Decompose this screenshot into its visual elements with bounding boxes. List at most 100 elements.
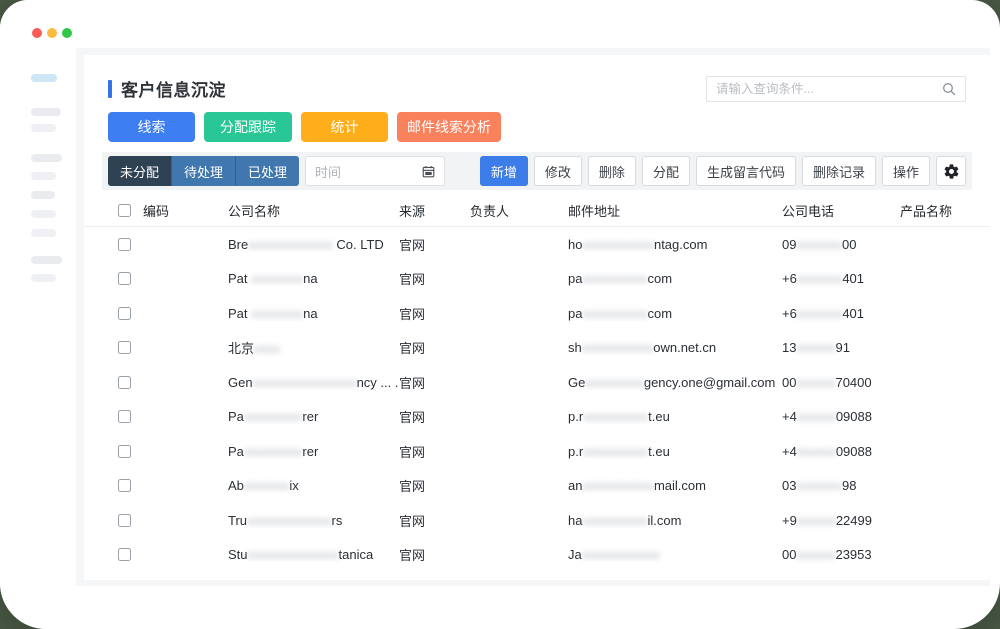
cell-phone: 00xxxxxx70400: [782, 375, 900, 390]
column-header-6: 公司电话: [782, 201, 900, 220]
status-tab-3[interactable]: 已处理: [235, 156, 299, 186]
cell-source: 官网: [399, 235, 470, 254]
redacted-text: xxxxxxxxxxxxxxxx: [253, 375, 357, 390]
status-tab-2[interactable]: 待处理: [171, 156, 235, 186]
date-placeholder: 时间: [315, 162, 422, 181]
sidebar: [0, 0, 76, 629]
content-backdrop: 客户信息沉淀 线索分配跟踪统计邮件线索分析 未分配待处理已处理 时间: [76, 48, 990, 586]
table-row[interactable]: Paxxxxxxxxxrer官网p.rxxxxxxxxxxt.eu+4xxxxx…: [108, 400, 966, 435]
redacted-text: xxxxxx: [797, 409, 836, 424]
redacted-text: xxxxxxxxxx: [582, 271, 647, 286]
sidebar-skeleton-item: [31, 210, 56, 218]
cell-phone: 13xxxxxx91: [782, 340, 900, 355]
module-button-1[interactable]: 线索: [108, 112, 195, 142]
table-row[interactable]: Pat xxxxxxxxna官网paxxxxxxxxxxcom+6xxxxxxx…: [108, 296, 966, 331]
module-button-4[interactable]: 邮件线索分析: [397, 112, 501, 142]
action-button-3[interactable]: 删除: [588, 156, 636, 186]
search-input[interactable]: [716, 82, 942, 96]
action-button-7[interactable]: 操作: [882, 156, 930, 186]
sidebar-skeleton-item-active[interactable]: [31, 74, 57, 82]
cell-email: Jaxxxxxxxxxxxx: [568, 547, 782, 562]
redacted-text: xxxxxxxxx: [585, 375, 644, 390]
action-button-4[interactable]: 分配: [642, 156, 690, 186]
table-row[interactable]: Stuxxxxxxxxxxxxxxtanica官网 Jaxxxxxxxxxxxx0…: [108, 538, 966, 573]
sidebar-skeleton-item: [31, 124, 56, 132]
minimize-window-button[interactable]: [47, 28, 57, 38]
table-row[interactable]: Truxxxxxxxxxxxxxrs官网haxxxxxxxxxxil.com+9…: [108, 503, 966, 538]
window-controls: [32, 28, 72, 38]
table-row[interactable]: Paxxxxxxxxxrer官网p.rxxxxxxxxxxt.eu+4xxxxx…: [108, 434, 966, 469]
module-button-2[interactable]: 分配跟踪: [204, 112, 292, 142]
sidebar-skeleton-item: [31, 274, 56, 282]
table-row[interactable]: Genxxxxxxxxxxxxxxxxncy ... .官网Gexxxxxxxx…: [108, 365, 966, 400]
row-checkbox[interactable]: [118, 341, 131, 354]
redacted-text: xxxxxxxxxxxxx: [248, 237, 333, 252]
redacted-text: xxxxxxxxxx: [582, 306, 647, 321]
row-checkbox[interactable]: [118, 445, 131, 458]
column-header-2: 公司名称: [228, 201, 399, 220]
sidebar-skeleton-item: [31, 191, 55, 199]
close-window-button[interactable]: [32, 28, 42, 38]
cell-company-name: Paxxxxxxxxxrer: [228, 409, 399, 424]
table-row[interactable]: Brexxxxxxxxxxxxx Co. LTD官网hoxxxxxxxxxxxn…: [108, 227, 966, 262]
gear-icon: [943, 163, 960, 180]
date-filter[interactable]: 时间: [305, 156, 445, 186]
action-button-1[interactable]: 新增: [480, 156, 528, 186]
row-checkbox[interactable]: [118, 548, 131, 561]
cell-company-name: Pat xxxxxxxxna: [228, 306, 399, 321]
cell-source: 官网: [399, 545, 470, 564]
redacted-text: xxxxxxx: [797, 306, 843, 321]
row-checkbox[interactable]: [118, 479, 131, 492]
select-all-checkbox[interactable]: [118, 204, 131, 217]
action-button-2[interactable]: 修改: [534, 156, 582, 186]
cell-email: Gexxxxxxxxxgency.one@gmail.com: [568, 375, 782, 390]
app-window: 客户信息沉淀 线索分配跟踪统计邮件线索分析 未分配待处理已处理 时间: [0, 0, 1000, 629]
cell-email: anxxxxxxxxxxxmail.com: [568, 478, 782, 493]
table-row[interactable]: 北京xxxx官网shxxxxxxxxxxxown.net.cn13xxxxxx9…: [108, 331, 966, 366]
search-box[interactable]: [706, 76, 966, 102]
redacted-text: xxxxxxxxxxx: [582, 478, 654, 493]
maximize-window-button[interactable]: [62, 28, 72, 38]
cell-company-name: Stuxxxxxxxxxxxxxxtanica: [228, 547, 399, 562]
cell-email: paxxxxxxxxxxcom: [568, 306, 782, 321]
module-buttons: 线索分配跟踪统计邮件线索分析: [108, 112, 966, 142]
cell-phone: 03xxxxxxx98: [782, 478, 900, 493]
row-checkbox[interactable]: [118, 376, 131, 389]
cell-company-name: Truxxxxxxxxxxxxxrs: [228, 513, 399, 528]
action-button-5[interactable]: 生成留言代码: [696, 156, 796, 186]
redacted-text: xxxxxxx: [797, 271, 843, 286]
table-body: Brexxxxxxxxxxxxx Co. LTD官网hoxxxxxxxxxxxn…: [108, 227, 966, 572]
status-tab-1[interactable]: 未分配: [108, 156, 171, 186]
table-row[interactable]: Pat xxxxxxxxna官网paxxxxxxxxxxcom+6xxxxxxx…: [108, 262, 966, 297]
row-checkbox[interactable]: [118, 514, 131, 527]
redacted-text: xxxxxxxxxx: [582, 513, 647, 528]
action-button-6[interactable]: 删除记录: [802, 156, 876, 186]
cell-company-name: Paxxxxxxxxxrer: [228, 444, 399, 459]
title-accent-bar: [108, 80, 112, 98]
table-row[interactable]: Abxxxxxxxix官网anxxxxxxxxxxxmail.com03xxxx…: [108, 469, 966, 504]
redacted-text: xxxxxxx: [796, 478, 842, 493]
cell-phone: 00xxxxxx23953: [782, 547, 900, 562]
redacted-text: xxxxxx: [796, 375, 835, 390]
settings-button[interactable]: [936, 156, 966, 186]
action-buttons: 新增修改删除分配生成留言代码删除记录操作: [480, 156, 930, 186]
sidebar-skeleton-item: [31, 154, 62, 162]
redacted-text: xxxxxxxxxx: [583, 409, 648, 424]
module-button-3[interactable]: 统计: [301, 112, 388, 142]
cell-company-name: Pat xxxxxxxxna: [228, 271, 399, 286]
row-checkbox[interactable]: [118, 307, 131, 320]
cell-company-name: Brexxxxxxxxxxxxx Co. LTD: [228, 237, 399, 252]
cell-phone: +6xxxxxxx401: [782, 271, 900, 286]
row-checkbox[interactable]: [118, 238, 131, 251]
column-header-7: 产品名称: [900, 201, 960, 220]
row-checkbox[interactable]: [118, 272, 131, 285]
redacted-text: xxxxxxx: [244, 478, 290, 493]
sidebar-skeleton-item: [31, 172, 56, 180]
redacted-text: xxxxxxxxxxx: [582, 340, 654, 355]
row-checkbox[interactable]: [118, 410, 131, 423]
search-icon[interactable]: [942, 82, 956, 96]
redacted-text: xxxxxxx: [796, 237, 842, 252]
cell-source: 官网: [399, 304, 470, 323]
redacted-text: xxxxxx: [797, 444, 836, 459]
page-title-block: 客户信息沉淀: [108, 76, 226, 101]
